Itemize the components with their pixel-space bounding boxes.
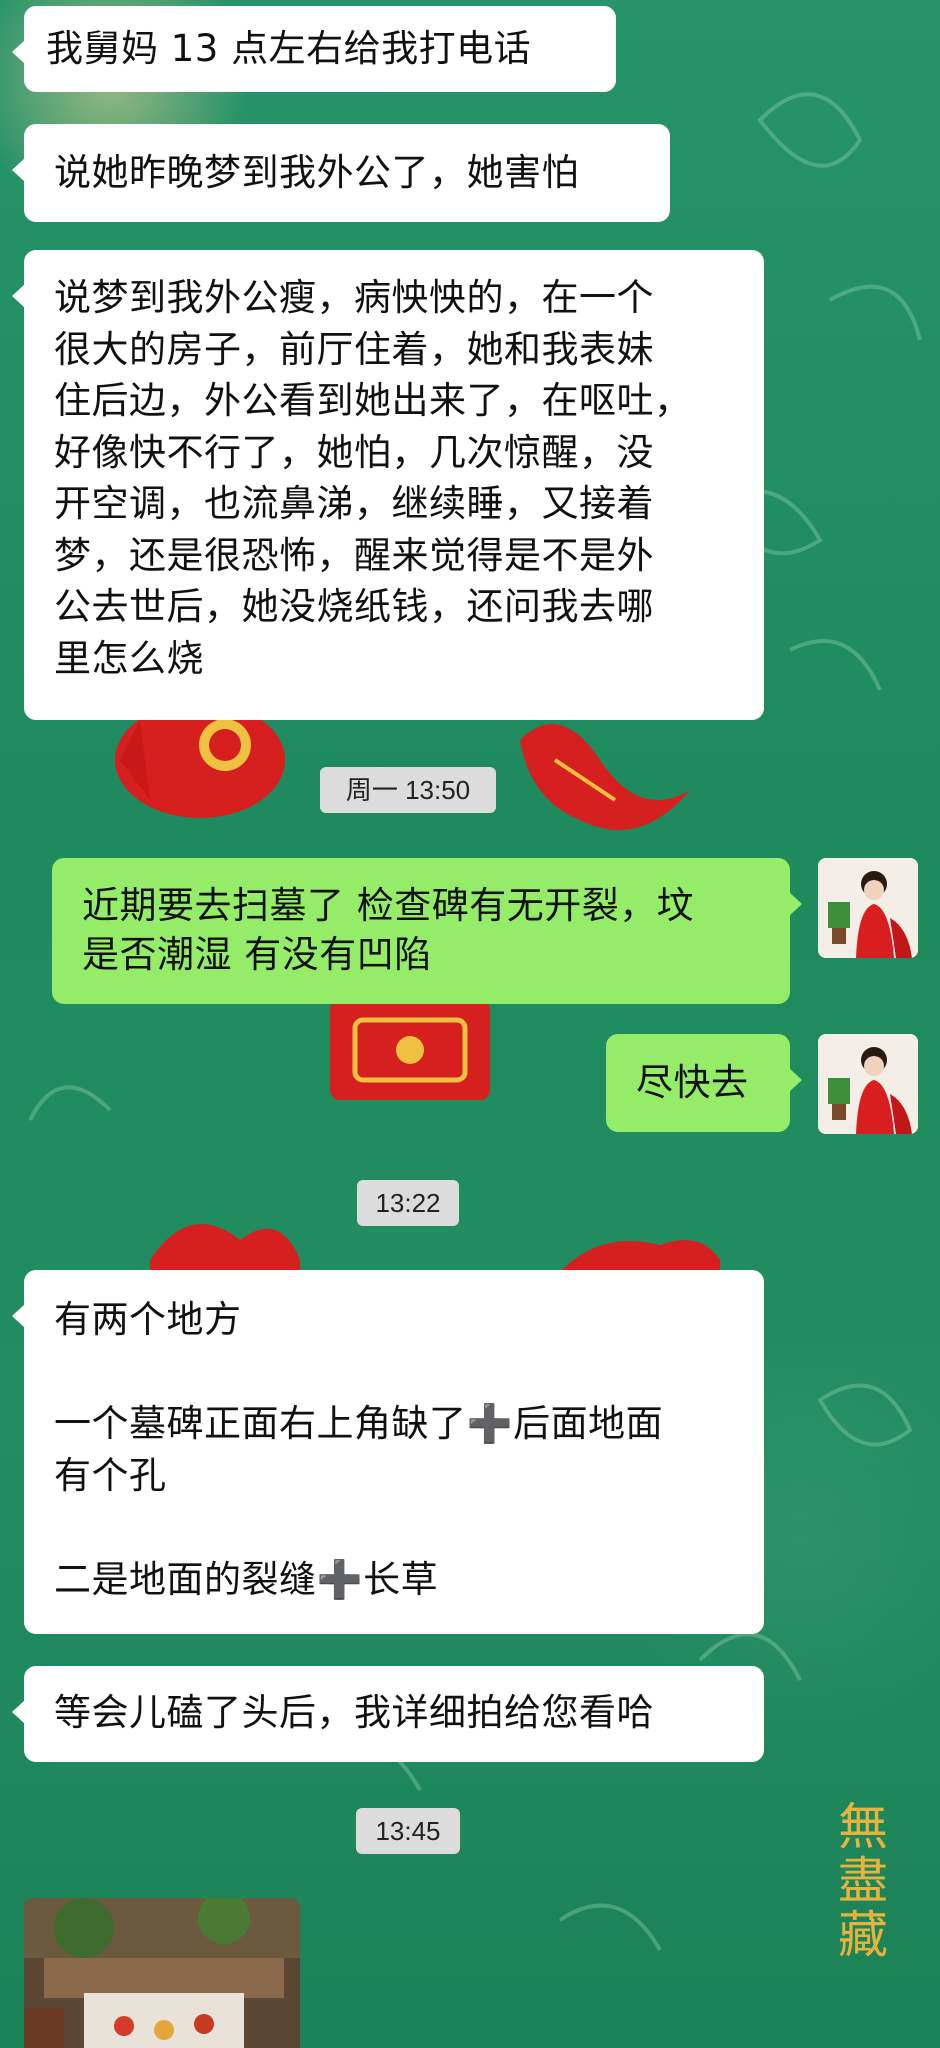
timestamp: 13:45 <box>356 1808 460 1854</box>
message-line <box>54 1502 734 1554</box>
message-line: 近期要去扫墓了 检查碑有无开裂，坟 <box>82 884 695 927</box>
outgoing-message-bubble[interactable]: 近期要去扫墓了 检查碑有无开裂，坟 是否潮湿 有没有凹陷 <box>52 858 802 1004</box>
timestamp: 13:22 <box>357 1180 459 1226</box>
message-line: 很大的房子，前厅住着，她和我表妹 <box>54 327 654 371</box>
incoming-message-bubble[interactable]: 有两个地方 一个墓碑正面右上角缺了➕后面地面 有个孔 二是地面的裂缝➕长草 <box>12 1270 764 1634</box>
red-knot-decoration <box>330 1000 490 1100</box>
photo-thumbnail[interactable] <box>24 1898 300 2048</box>
message-text: 尽快去 <box>636 1061 749 1104</box>
red-pattern-decoration <box>150 1224 720 1272</box>
avatar-portrait-icon <box>818 1034 918 1134</box>
background-calligraphy: 無盡藏 <box>830 1800 888 1962</box>
message-text: 等会儿磕了头后，我详细拍给您看哈 <box>54 1691 654 1734</box>
red-lantern-decoration-1 <box>520 724 690 830</box>
message-line: 里怎么烧 <box>54 636 204 680</box>
message-line: 有两个地方 <box>54 1298 242 1341</box>
timestamp: 周一 13:50 <box>320 767 496 813</box>
my-avatar[interactable] <box>818 1034 918 1134</box>
message-line: 开空调，也流鼻涕，继续睡，又接着 <box>54 482 654 525</box>
photo-image <box>24 1898 300 2048</box>
message-line: 住后边，外公看到她出来了，在呕吐， <box>54 379 692 422</box>
incoming-message-bubble[interactable]: 等会儿磕了头后，我详细拍给您看哈 <box>12 1666 764 1762</box>
outgoing-message-bubble[interactable]: 尽快去 <box>606 1034 802 1132</box>
message-line: 一个墓碑正面右上角缺了➕后面地面 <box>54 1402 664 1445</box>
message-text: 说她昨晚梦到我外公了，她害怕 <box>54 151 579 194</box>
message-line: 好像快不行了，她怕，几次惊醒，没 <box>54 430 654 474</box>
my-avatar[interactable] <box>818 858 918 958</box>
message-text: 我舅妈 13 点左右给我打电话 <box>46 27 532 70</box>
message-line: 梦，还是很恐怖，醒来觉得是不是外 <box>54 533 654 577</box>
avatar-portrait-icon <box>818 858 918 958</box>
message-line <box>54 1346 734 1398</box>
incoming-message-bubble[interactable]: 说她昨晚梦到我外公了，她害怕 <box>12 124 670 222</box>
message-line: 是否潮湿 有没有凹陷 <box>82 933 432 976</box>
message-line: 二是地面的裂缝➕长草 <box>54 1558 439 1601</box>
incoming-message-bubble[interactable]: 我舅妈 13 点左右给我打电话 <box>12 6 616 92</box>
message-line: 说梦到我外公瘦，病怏怏的，在一个 <box>54 276 654 319</box>
message-line: 有个孔 <box>54 1454 167 1497</box>
incoming-message-bubble[interactable]: 说梦到我外公瘦，病怏怏的，在一个 很大的房子，前厅住着，她和我表妹 住后边，外公… <box>12 250 764 720</box>
message-line: 公去世后，她没烧纸钱，还问我去哪 <box>54 585 654 628</box>
